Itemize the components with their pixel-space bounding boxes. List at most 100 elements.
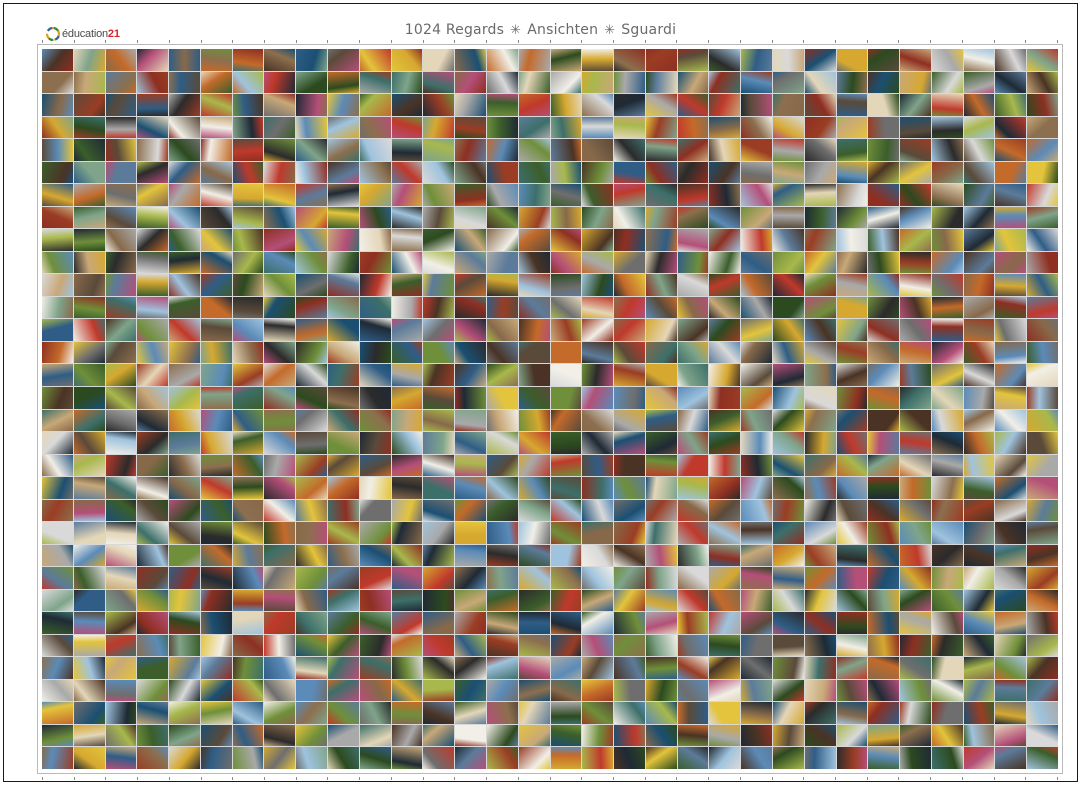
photo-tile: [741, 71, 772, 94]
photo-tile: [677, 116, 709, 139]
photo-tile: [73, 589, 105, 612]
photo-tile: [868, 319, 900, 341]
photo-tile: [169, 184, 200, 206]
photo-tile: [550, 724, 582, 747]
photo-tile: [900, 274, 931, 296]
photo-tile: [296, 724, 328, 747]
photo-tile: [42, 702, 73, 724]
photo-tile: [741, 499, 772, 522]
photo-tile: [264, 634, 296, 657]
photo-tile: [423, 71, 455, 94]
photo-tile: [518, 724, 550, 747]
crop-tick: [486, 40, 488, 43]
photo-tile: [137, 161, 169, 184]
photo-tile: [772, 589, 804, 612]
photo-tile: [963, 49, 995, 71]
photo-tile: [963, 364, 995, 386]
photo-tile: [709, 477, 741, 499]
photo-tile: [772, 477, 804, 499]
photo-tile: [359, 94, 391, 116]
photo-tile: [995, 184, 1027, 206]
photo-tile: [995, 747, 1027, 769]
photo-tile: [105, 139, 137, 161]
photo-tile: [804, 477, 836, 499]
photo-tile: [900, 454, 931, 477]
photo-tile: [550, 364, 582, 386]
photo-tile: [582, 409, 614, 432]
photo-tile: [486, 229, 518, 251]
photo-tile: [836, 161, 868, 184]
photo-tile: [359, 184, 391, 206]
photo-tile: [169, 94, 200, 116]
photo-tile: [423, 341, 455, 364]
photo-tile: [73, 94, 105, 116]
photo-tile: [677, 229, 709, 251]
photo-tile: [836, 747, 868, 769]
photo-tile: [677, 341, 709, 364]
photo-tile: [518, 432, 550, 454]
photo-tile: [550, 499, 582, 522]
photo-tile: [137, 612, 169, 634]
photo-tile: [296, 49, 328, 71]
photo-tile: [200, 454, 232, 477]
photo-tile: [677, 454, 709, 477]
photo-tile: [391, 184, 423, 206]
photo-tile: [169, 747, 200, 769]
photo-tile: [995, 657, 1027, 679]
poster-title: 1024 Regards ✳ Ansichten ✳ Sguardi: [4, 22, 1077, 38]
photo-tile: [391, 161, 423, 184]
photo-tile: [772, 432, 804, 454]
photo-tile: [645, 634, 677, 657]
photo-tile: [582, 612, 614, 634]
photo-tile: [137, 589, 169, 612]
crop-tick: [422, 40, 424, 43]
photo-tile: [582, 522, 614, 544]
photo-tile: [677, 161, 709, 184]
photo-tile: [423, 724, 455, 747]
photo-tile: [73, 432, 105, 454]
photo-tile: [391, 634, 423, 657]
photo-tile: [264, 432, 296, 454]
photo-tile: [42, 296, 73, 319]
photo-tile: [582, 544, 614, 567]
photo-tile: [582, 296, 614, 319]
photo-tile: [836, 139, 868, 161]
photo-tile: [232, 206, 264, 229]
photo-tile: [455, 499, 486, 522]
photo-tile: [296, 274, 328, 296]
photo-tile: [73, 522, 105, 544]
photo-tile: [137, 274, 169, 296]
photo-tile: [550, 341, 582, 364]
photo-tile: [73, 364, 105, 386]
crop-tick: [359, 40, 361, 43]
photo-tile: [645, 724, 677, 747]
photo-tile: [900, 139, 931, 161]
photo-tile: [995, 432, 1027, 454]
photo-tile: [868, 522, 900, 544]
photo-tile: [105, 634, 137, 657]
photo-tile: [645, 477, 677, 499]
photo-tile: [1027, 499, 1058, 522]
photo-tile: [137, 544, 169, 567]
photo-tile: [836, 206, 868, 229]
photo-tile: [391, 71, 423, 94]
crop-tick: [327, 777, 329, 780]
photo-tile: [709, 612, 741, 634]
photo-tile: [328, 544, 359, 567]
photo-tile: [73, 477, 105, 499]
photo-tile: [963, 747, 995, 769]
photo-tile: [582, 229, 614, 251]
photo-tile: [645, 251, 677, 274]
photo-tile: [900, 477, 931, 499]
photo-tile: [264, 747, 296, 769]
photo-tile: [804, 386, 836, 409]
photo-tile: [931, 409, 963, 432]
photo-tile: [296, 229, 328, 251]
photo-tile: [518, 589, 550, 612]
photo-tile: [582, 161, 614, 184]
photo-tile: [550, 657, 582, 679]
photo-tile: [296, 139, 328, 161]
photo-tile: [169, 341, 200, 364]
photo-tile: [614, 116, 645, 139]
photo-tile: [137, 319, 169, 341]
